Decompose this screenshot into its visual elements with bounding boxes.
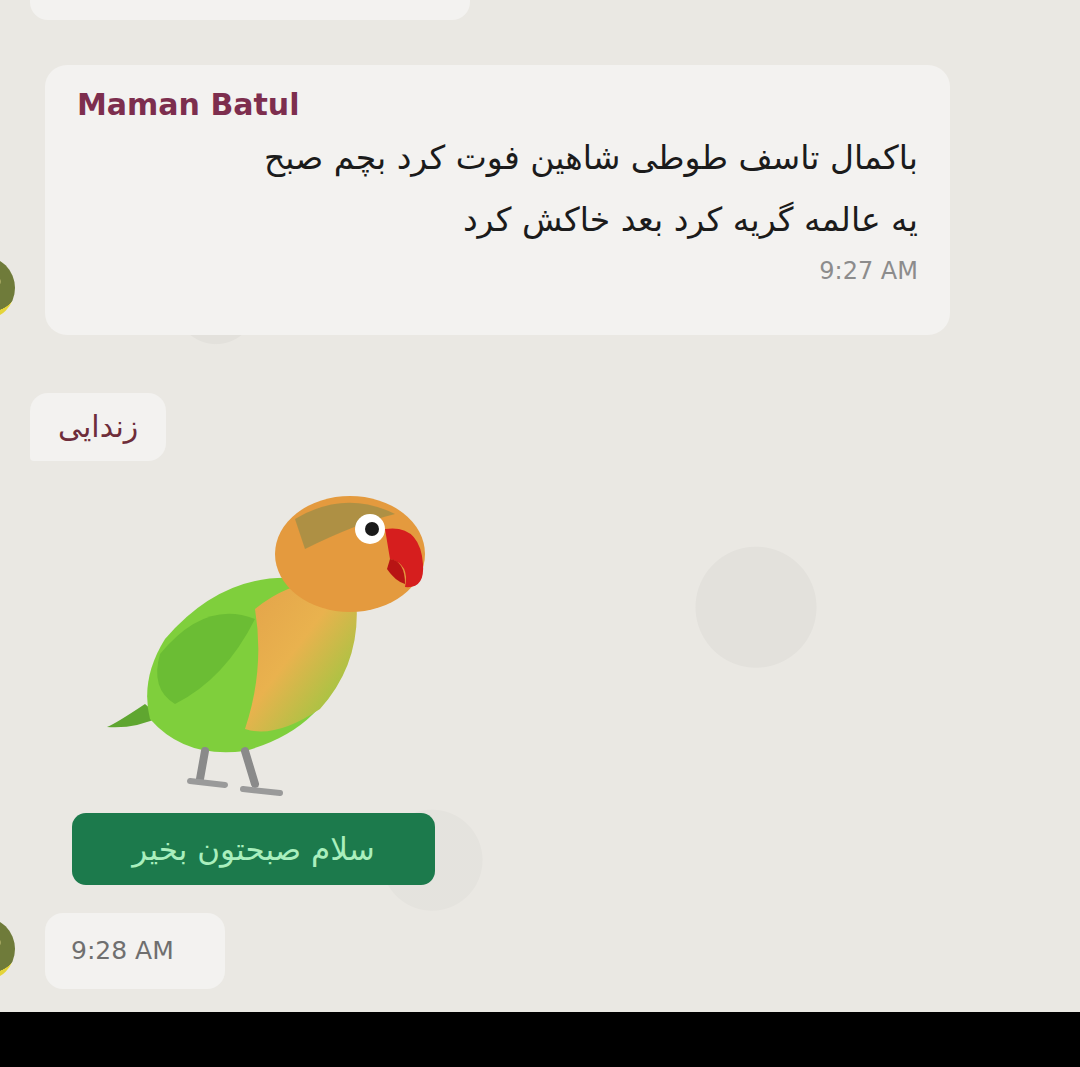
parrot-sticker[interactable] [105,489,435,801]
message-row: Maman Batulباکمال تاسف طوطی شاهین فوت کر… [0,65,1080,335]
message-time: 9:27 AM [819,251,918,291]
message-text: یه عالمه گریه کرد بعد خاکش کرد [77,189,918,251]
sticker-caption: سلام صبحتون بخیر [72,813,435,885]
message-bubble[interactable]: زندایی [30,393,166,461]
parrot-sticker-icon [105,489,435,801]
avatar[interactable] [0,917,15,981]
message-bubble[interactable]: Maman Batulباکمال تاسف طوطی شاهین فوت کر… [45,65,950,335]
previous-bubble [30,0,470,20]
chat-area: Maman Batulباکمال تاسف طوطی شاهین فوت کر… [0,0,1080,1012]
sender-name[interactable]: Maman Batul [77,83,918,127]
message-text: باکمال تاسف طوطی شاهین فوت کرد بچم صبح [77,127,918,189]
avatar[interactable] [0,256,15,320]
time-bubble: 9:28 AM [45,913,225,989]
message-row: 9:28 AM [0,913,1080,989]
chat-screen: Maman Batulباکمال تاسف طوطی شاهین فوت کر… [0,0,1080,1067]
bottom-bar [0,1012,1080,1067]
